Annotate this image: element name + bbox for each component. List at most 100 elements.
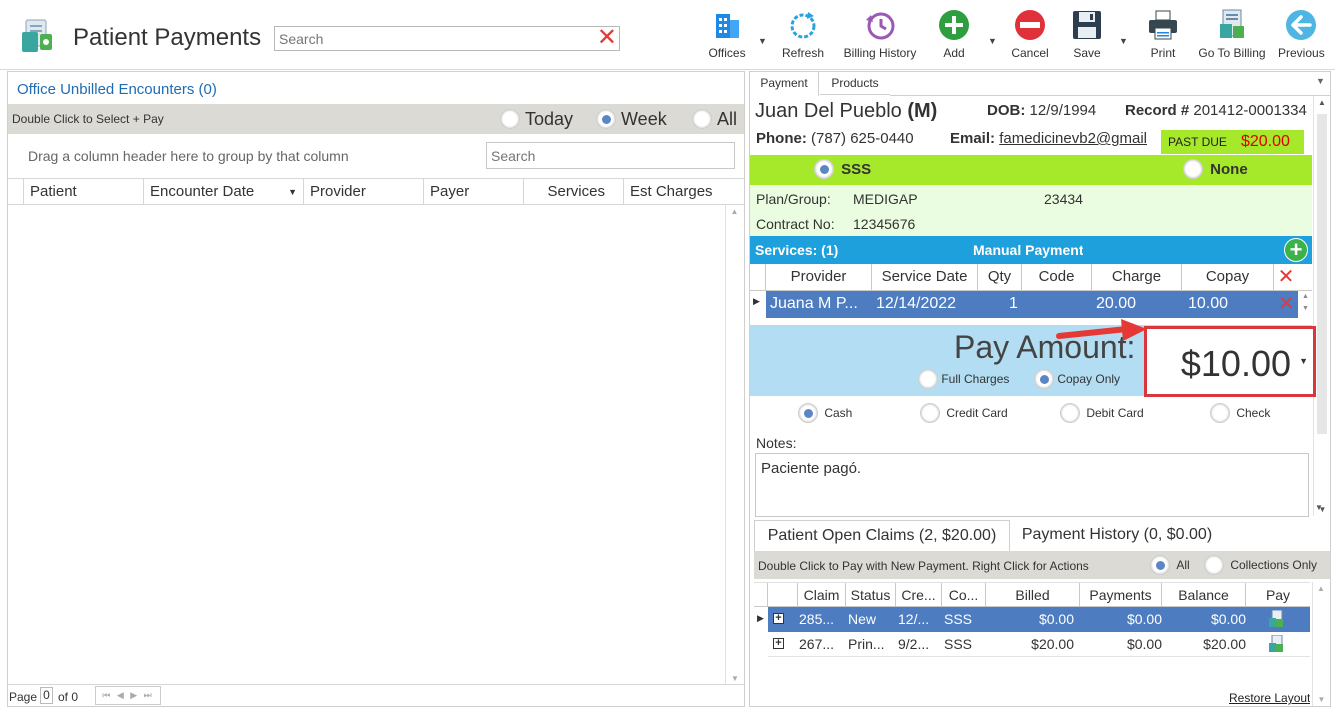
print-button[interactable]: Print: [1141, 8, 1185, 60]
expand-claim-icon[interactable]: +: [773, 638, 784, 649]
claims-col-pay[interactable]: Pay: [1246, 583, 1310, 607]
check-radio[interactable]: [1210, 403, 1230, 423]
services-row-indicator: ▶: [753, 296, 760, 306]
notes-scroll-down-icon[interactable]: ▼: [1315, 503, 1323, 512]
col-est-charges[interactable]: Est Charges: [624, 179, 728, 205]
add-button[interactable]: Add: [932, 8, 976, 60]
save-dropdown-icon[interactable]: ▼: [1119, 36, 1128, 46]
offices-button[interactable]: Offices: [705, 8, 749, 60]
scroll-up-icon[interactable]: ▲: [1313, 584, 1329, 593]
pay-full-charges-radio[interactable]: [918, 369, 938, 389]
pay-amount-input[interactable]: $10.00 ▼: [1144, 326, 1316, 397]
payment-method-credit-card[interactable]: Credit Card: [920, 403, 1008, 423]
notes-textarea[interactable]: Paciente pagó.: [755, 453, 1309, 517]
previous-button[interactable]: Previous: [1278, 8, 1325, 60]
claims-col-balance[interactable]: Balance: [1162, 583, 1246, 607]
filter-week[interactable]: Week: [596, 108, 667, 130]
claims-col-status[interactable]: Status: [846, 583, 896, 607]
services-col-service-date[interactable]: Service Date: [872, 264, 978, 290]
offices-dropdown-icon[interactable]: ▼: [758, 36, 767, 46]
tab-products[interactable]: Products: [820, 72, 890, 95]
pager-navigation[interactable]: ⏮ ◀ ▶ ⏭: [95, 686, 161, 705]
tab-payment[interactable]: Payment: [750, 72, 819, 96]
claims-scrollbar[interactable]: ▲ ▼: [1312, 582, 1329, 706]
claims-col-created[interactable]: Cre...: [896, 583, 942, 607]
scroll-down-icon[interactable]: ▼: [726, 674, 744, 683]
insurance-none-label: None: [1210, 160, 1248, 178]
claim-row[interactable]: + 267... Prin... 9/2... SSS $20.00 $0.00…: [768, 632, 1310, 657]
claims-col-coverage[interactable]: Co...: [942, 583, 986, 607]
email-link[interactable]: famedicinevb2@gmail: [999, 130, 1147, 147]
encounters-search[interactable]: [486, 142, 735, 169]
filter-all-radio[interactable]: [692, 109, 712, 130]
services-col-copay[interactable]: Copay: [1182, 264, 1274, 290]
clear-search-icon[interactable]: ✕: [597, 25, 617, 51]
delete-service-icon[interactable]: ✕: [1278, 291, 1295, 317]
col-provider[interactable]: Provider: [304, 179, 424, 205]
delete-all-icon[interactable]: ✕: [1274, 264, 1298, 290]
insurance-none[interactable]: None: [1183, 159, 1248, 179]
tabs-dropdown-icon[interactable]: ▼: [1316, 76, 1325, 86]
services-col-provider[interactable]: Provider: [766, 264, 872, 290]
patient-scrollbar[interactable]: ▲ ▼: [1313, 96, 1330, 516]
pay-claim-icon[interactable]: [1268, 609, 1284, 628]
pay-amount-dropdown-icon[interactable]: ▼: [1299, 356, 1308, 366]
filter-week-radio[interactable]: [596, 109, 616, 130]
claim-row[interactable]: + 285... New 12/... SSS $0.00 $0.00 $0.0…: [768, 607, 1310, 632]
col-payer[interactable]: Payer: [424, 179, 524, 205]
scroll-down-icon[interactable]: ▼: [1313, 695, 1330, 704]
payment-method-debit-card[interactable]: Debit Card: [1060, 403, 1144, 423]
refresh-button[interactable]: Refresh: [781, 8, 825, 60]
billing-history-button[interactable]: Billing History: [840, 8, 920, 60]
claims-col-claim[interactable]: Claim: [798, 583, 846, 607]
header-search-input[interactable]: [275, 27, 575, 50]
add-dropdown-icon[interactable]: ▼: [988, 36, 997, 46]
add-service-icon[interactable]: +: [1284, 238, 1308, 262]
pager-page-input[interactable]: 0: [40, 687, 53, 704]
unbilled-encounters-title[interactable]: Office Unbilled Encounters (0): [17, 81, 217, 98]
pay-full-charges[interactable]: Full Charges: [918, 369, 1009, 389]
claims-col-payments[interactable]: Payments: [1080, 583, 1162, 607]
filter-all[interactable]: All: [692, 108, 737, 130]
go-to-billing-button[interactable]: Go To Billing: [1196, 8, 1268, 60]
services-col-qty[interactable]: Qty: [978, 264, 1022, 290]
encounters-search-input[interactable]: [487, 143, 727, 168]
debit-card-radio[interactable]: [1060, 403, 1080, 423]
claims-filter-all-radio[interactable]: [1150, 555, 1170, 575]
payment-method-cash[interactable]: Cash: [798, 403, 852, 423]
header-search[interactable]: ✕: [274, 25, 620, 51]
filter-today-radio[interactable]: [500, 109, 520, 130]
restore-layout-link[interactable]: Restore Layout: [1229, 691, 1310, 705]
scroll-up-icon[interactable]: ▲: [726, 207, 743, 216]
payment-method-check[interactable]: Check: [1210, 403, 1270, 423]
services-col-charge[interactable]: Charge: [1092, 264, 1182, 290]
save-button[interactable]: Save: [1065, 8, 1109, 60]
scroll-thumb[interactable]: [1317, 114, 1327, 434]
cash-radio[interactable]: [798, 403, 818, 423]
insurance-none-radio[interactable]: [1183, 159, 1203, 179]
encounters-scrollbar[interactable]: ▲ ▼: [725, 205, 743, 685]
col-services[interactable]: Services: [524, 179, 624, 205]
claims-filter-collections-radio[interactable]: [1204, 555, 1224, 575]
claims-filter-all[interactable]: All: [1150, 555, 1190, 575]
expand-claim-icon[interactable]: +: [773, 613, 784, 624]
pay-copay-only-radio[interactable]: [1034, 369, 1054, 389]
credit-card-radio[interactable]: [920, 403, 940, 423]
claims-col-billed[interactable]: Billed: [986, 583, 1080, 607]
tab-open-claims[interactable]: Patient Open Claims (2, $20.00): [754, 520, 1010, 551]
insurance-sss-radio[interactable]: [814, 159, 834, 179]
tab-payment-history[interactable]: Payment History (0, $0.00): [1012, 520, 1222, 551]
pay-copay-only[interactable]: Copay Only: [1034, 369, 1120, 389]
services-col-code[interactable]: Code: [1022, 264, 1092, 290]
col-patient[interactable]: Patient: [24, 179, 144, 205]
cancel-button[interactable]: Cancel: [1008, 8, 1052, 60]
claims-filter-collections[interactable]: Collections Only: [1204, 555, 1317, 575]
patient-name: Juan Del Pueblo (M): [755, 100, 937, 123]
pay-claim-icon[interactable]: [1268, 634, 1284, 653]
service-row[interactable]: Juana M P... 12/14/2022 1 20.00 10.00 ✕: [766, 291, 1298, 318]
filter-today[interactable]: Today: [500, 108, 573, 130]
services-scrollbar[interactable]: ▲ ▼: [1299, 291, 1312, 318]
scroll-up-icon[interactable]: ▲: [1314, 98, 1330, 107]
insurance-sss[interactable]: SSS: [814, 159, 871, 179]
col-encounter-date[interactable]: Encounter Date ▼: [144, 179, 304, 205]
